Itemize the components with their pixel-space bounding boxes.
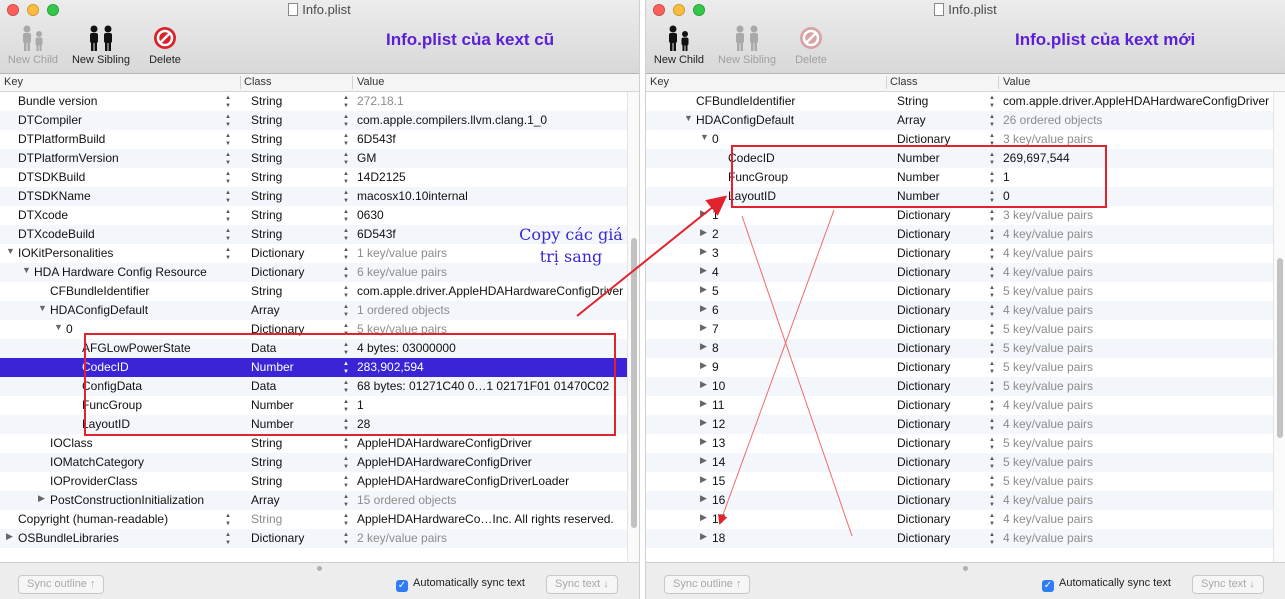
thin-arrow-down [718, 209, 835, 525]
screenshot-stage: Info.plist Info.plist của kext cũ New Ch… [0, 0, 1285, 599]
copy-arrow [576, 195, 728, 317]
thin-arrow-cross [741, 215, 853, 537]
annotation-arrows [576, 195, 853, 537]
